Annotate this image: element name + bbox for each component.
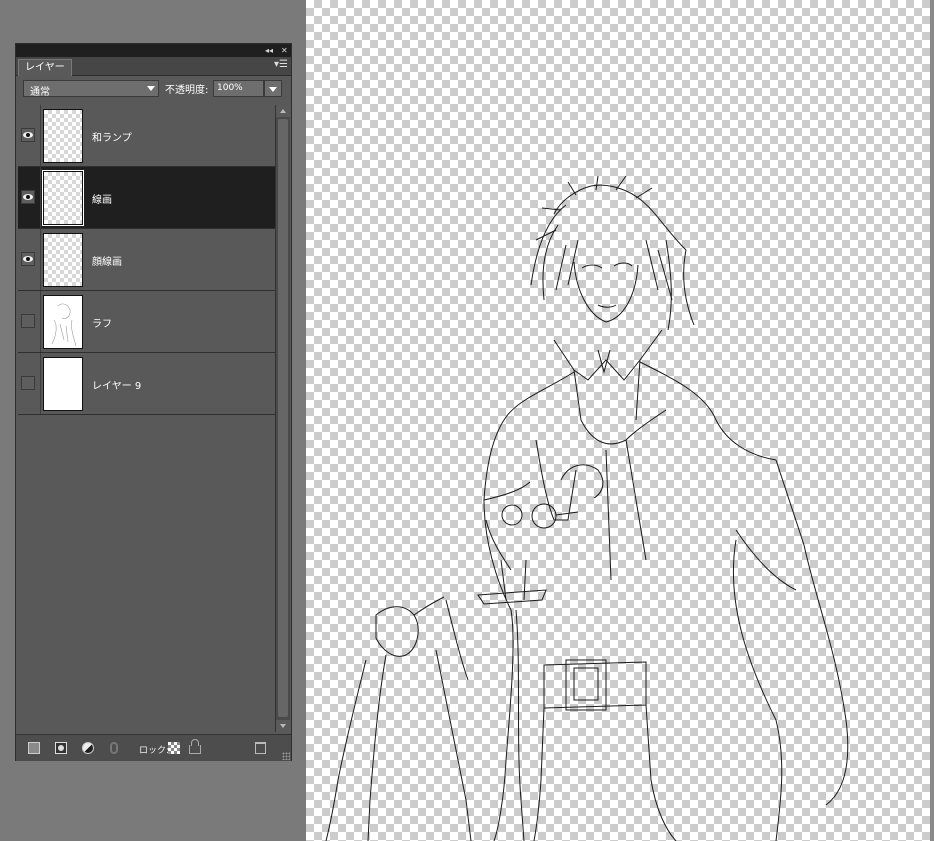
visibility-cell [18,353,41,414]
panel-menu-icon[interactable]: ▾☰ [274,59,288,70]
trash-icon[interactable] [255,742,266,754]
resize-grip[interactable] [282,752,290,760]
lock-transparent-icon[interactable] [168,742,180,754]
layers-scrollbar[interactable] [275,105,290,732]
visibility-cell [18,229,41,290]
layer-thumbnail[interactable] [43,357,83,411]
scroll-up-button[interactable] [276,105,290,117]
layer-name: 顔線画 [92,257,122,268]
canvas-edge [930,0,934,841]
panel-tab-row: レイヤー ▾☰ [16,57,291,76]
blend-mode-value: 通常 [30,87,50,98]
layer-thumbnail[interactable] [43,233,83,287]
visibility-toggle[interactable] [21,252,35,266]
layer-options-row: 通常 不透明度: 100% [16,76,291,102]
document-canvas[interactable] [306,0,934,841]
scroll-down-button[interactable] [276,720,290,732]
scroll-thumb[interactable] [278,119,288,717]
chevron-down-icon [147,86,155,91]
layer-name: レイヤー 9 [92,381,142,392]
opacity-label: 不透明度: [165,85,209,96]
layer-thumbnail[interactable] [42,170,84,226]
visibility-toggle[interactable] [21,314,35,328]
layer-name: 和ランプ [92,133,132,144]
visibility-toggle[interactable] [21,376,35,390]
chevron-down-icon [269,87,277,92]
visibility-toggle[interactable] [21,128,35,142]
layer-thumbnail[interactable] [43,109,83,163]
sketch-thumbnail-icon [51,303,77,347]
line-art-drawing [325,175,849,841]
layer-name: ラフ [92,319,112,330]
visibility-cell [18,167,41,228]
tab-layers[interactable]: レイヤー [18,59,72,76]
adjustment-layer-icon[interactable] [82,742,94,754]
layers-list: 和ランプ 線画 顔線画 ラフ レイヤー 9 [18,105,275,732]
close-icon[interactable]: ✕ [281,44,288,57]
opacity-dropdown-button[interactable] [264,80,282,97]
visibility-cell [18,291,41,352]
layer-row[interactable]: ラフ [18,291,275,353]
layer-thumbnail[interactable] [43,295,83,349]
layer-row[interactable]: 和ランプ [18,105,275,167]
collapse-icon[interactable]: ◂◂ [265,44,273,57]
visibility-cell [18,105,41,166]
layer-row[interactable]: 顔線画 [18,229,275,291]
layer-name: 線画 [92,195,112,206]
new-layer-icon[interactable] [28,742,40,754]
blend-mode-select[interactable]: 通常 [23,80,159,98]
layer-mask-icon[interactable] [55,742,67,754]
layers-bottom-toolbar: ロック: [16,734,291,761]
lock-label: ロック: [139,746,170,756]
eye-icon [23,194,33,200]
eye-icon [23,132,33,138]
layer-row[interactable]: レイヤー 9 [18,353,275,415]
eye-icon [23,256,33,262]
link-icon[interactable] [110,742,118,754]
panel-titlebar[interactable]: ◂◂ ✕ [16,44,291,57]
visibility-toggle[interactable] [21,190,35,204]
opacity-input[interactable]: 100% [213,80,264,97]
layer-row-selected[interactable]: 線画 [18,167,275,229]
lock-all-icon[interactable] [189,739,201,754]
layers-panel: ◂◂ ✕ レイヤー ▾☰ 通常 不透明度: 100% 和ランプ 線画 顔線画 ラ… [15,43,292,761]
